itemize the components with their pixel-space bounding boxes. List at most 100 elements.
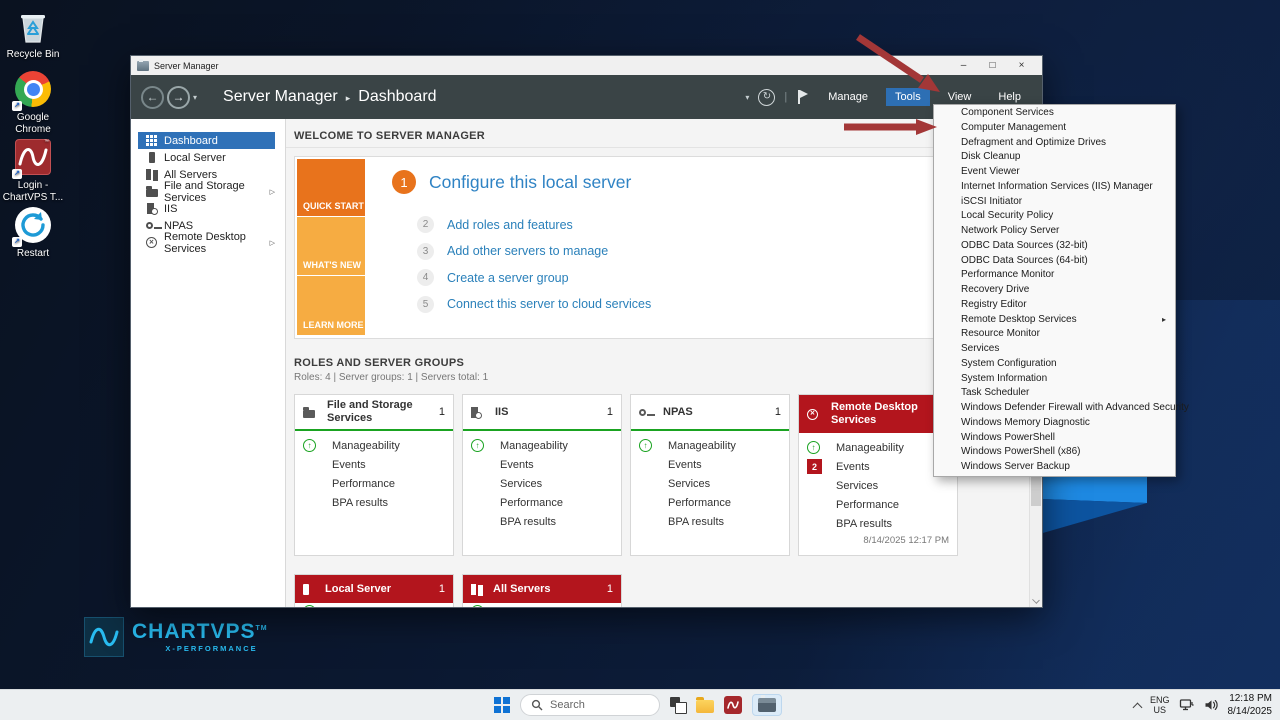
tools-menu-item[interactable]: Recovery Drive ▸ [934,283,1175,298]
tools-menu-item[interactable]: Windows PowerShell ▸ [934,431,1175,446]
tray-chevron-up-icon[interactable] [1133,702,1143,712]
tab-quick-start[interactable]: QUICK START [297,159,365,216]
role-metric-link[interactable]: ↑ Manageability [631,436,789,455]
role-card-count: 1 [607,406,613,418]
role-metric-link[interactable]: ↑ Performance [295,474,453,493]
welcome-heading: WELCOME TO SERVER MANAGER [294,130,485,142]
tools-menu-item[interactable]: iSCSI Initiator ▸ [934,195,1175,210]
quick-start-step-link[interactable]: 5 Connect this server to cloud services [417,296,651,313]
forward-button[interactable]: → [167,86,190,109]
role-metric-link[interactable]: ↑ Services [631,474,789,493]
tools-menu-item[interactable]: Defragment and Optimize Drives ▸ [934,136,1175,151]
tools-menu-item[interactable]: System Information ▸ [934,372,1175,387]
start-button[interactable] [494,697,510,713]
role-metric-link[interactable]: ↑ Events [631,455,789,474]
tab-learn-more[interactable]: LEARN MORE [297,276,365,335]
chartvps-taskbar-button[interactable] [724,696,742,714]
role-card-count: 1 [775,406,781,418]
window-titlebar[interactable]: Server Manager – □ × [131,56,1042,75]
tools-menu-item[interactable]: Windows Memory Diagnostic ▸ [934,416,1175,431]
tools-menu-item[interactable]: ODBC Data Sources (32-bit) ▸ [934,239,1175,254]
back-button[interactable]: ← [141,86,164,109]
desktop-icon-restart[interactable]: Restart [1,206,65,260]
servers-icon [143,169,160,180]
sidebar-item-remote-desktop-services[interactable]: Remote Desktop Services ▷ [138,234,275,251]
tools-menu-item[interactable]: Services ▸ [934,342,1175,357]
role-metric-link[interactable]: ↑ Manageability [463,436,621,455]
role-metric-link[interactable]: ↑ Performance [463,493,621,512]
tools-menu-item[interactable]: Task Scheduler ▸ [934,386,1175,401]
quick-start-step-link[interactable]: 2 Add roles and features [417,216,651,233]
role-metric-link[interactable]: ↑ BPA results [463,512,621,531]
role-metric-link[interactable]: ↑ BPA results [799,514,957,533]
language-switcher[interactable]: ENG US [1150,695,1170,716]
quick-start-step-link[interactable]: 1 Configure this local server [392,170,651,194]
sidebar-item-local-server[interactable]: Local Server [138,149,275,166]
role-card-header[interactable]: File and Storage Services 1 [295,395,453,431]
role-metric-link[interactable]: ↑ Performance [799,495,957,514]
desktop-icon-login-chartvps[interactable]: ™ Login - ChartVPS T... [1,138,65,203]
tools-menu-item[interactable]: Computer Management ▸ [934,121,1175,136]
menu-tools[interactable]: Tools [886,88,930,106]
taskbar-clock[interactable]: 12:18 PM 8/14/2025 [1228,692,1273,718]
notifications-flag-icon[interactable] [798,90,808,104]
tools-menu-item[interactable]: Registry Editor ▸ [934,298,1175,313]
quick-start-step-link[interactable]: 3 Add other servers to manage [417,243,651,260]
group-card-header[interactable]: All Servers 1 [463,575,621,603]
desktop-icon-google-chrome[interactable]: Google Chrome [1,70,65,135]
role-metric-link[interactable]: ↑ BPA results [295,493,453,512]
tools-menu-item[interactable]: Disk Cleanup ▸ [934,150,1175,165]
desktop-icon-recycle-bin[interactable]: Recycle Bin [1,8,65,61]
tools-menu-item[interactable]: Windows Defender Firewall with Advanced … [934,401,1175,416]
breadcrumb-separator-icon: ▸ [346,91,351,104]
sidebar-item-file-storage-services[interactable]: File and Storage Services ▷ [138,183,275,200]
role-metric-link[interactable]: ↑ Manageability [295,436,453,455]
taskbar-search[interactable]: Search [520,694,660,716]
notifications-caret-icon[interactable]: ▾ [745,93,749,102]
role-metric-link[interactable]: ↑ Services [799,476,957,495]
refresh-icon[interactable]: ↻ [758,89,775,106]
group-card-header[interactable]: Local Server 1 [295,575,453,603]
role-metric-link[interactable]: ↑ Events [295,455,453,474]
minimize-button[interactable]: – [949,56,978,75]
volume-icon[interactable] [1204,698,1219,712]
tools-menu-item[interactable]: Component Services ▸ [934,106,1175,121]
role-card-header[interactable]: IIS 1 [463,395,621,431]
tools-menu-item[interactable]: Windows Server Backup ▸ [934,460,1175,475]
breadcrumb-root[interactable]: Server Manager [223,88,338,106]
tools-menu-item[interactable]: Network Policy Server ▸ [934,224,1175,239]
server-manager-taskbar-button[interactable] [752,694,782,716]
menu-manage[interactable]: Manage [819,88,877,106]
tools-menu-item[interactable]: Internet Information Services (IIS) Mana… [934,180,1175,195]
role-metric-link[interactable]: ↑ Performance [631,493,789,512]
dashboard-grid-icon [143,135,160,146]
tab-label: LEARN MORE [303,320,364,330]
quick-start-step-link[interactable]: 4 Create a server group [417,269,651,286]
group-card-all-servers: All Servers 1 ↑ [462,574,622,607]
tools-menu-item[interactable]: Resource Monitor ▸ [934,327,1175,342]
network-icon[interactable] [1179,698,1195,712]
servers-icon [471,584,493,595]
tools-menu-item-label: Resource Monitor [961,328,1040,339]
tools-menu-item[interactable]: Remote Desktop Services ▸ [934,313,1175,328]
role-metric-link[interactable]: ↑ Services [463,474,621,493]
tab-whats-new[interactable]: WHAT'S NEW [297,217,365,275]
role-metric-link[interactable]: ↑ Events [463,455,621,474]
tools-menu-item[interactable]: ODBC Data Sources (64-bit) ▸ [934,254,1175,269]
history-caret-icon[interactable]: ▾ [193,93,197,102]
scroll-down-icon[interactable] [1032,596,1040,604]
sidebar-item-dashboard[interactable]: Dashboard [138,132,275,149]
tools-menu-item[interactable]: Event Viewer ▸ [934,165,1175,180]
tools-menu-item[interactable]: Local Security Policy ▸ [934,209,1175,224]
language-line2: US [1150,705,1170,715]
tools-menu-item[interactable]: Windows PowerShell (x86) ▸ [934,445,1175,460]
close-button[interactable]: × [1007,56,1036,75]
tools-menu-item[interactable]: Performance Monitor ▸ [934,268,1175,283]
role-card-header[interactable]: NPAS 1 [631,395,789,431]
roles-heading: ROLES AND SERVER GROUPS [294,357,464,369]
file-explorer-button[interactable] [696,700,714,713]
task-view-button[interactable] [670,697,686,713]
tools-menu-item[interactable]: System Configuration ▸ [934,357,1175,372]
maximize-button[interactable]: □ [978,56,1007,75]
role-metric-link[interactable]: ↑ BPA results [631,512,789,531]
